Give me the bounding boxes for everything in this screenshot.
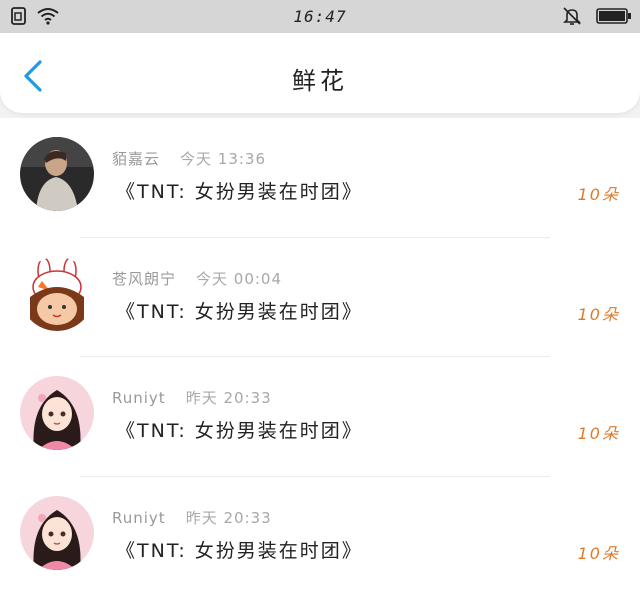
flower-count: 10朵 [577,304,620,324]
avatar-anime-girl [20,376,94,450]
sender-meta: 苍风朗宁 今天 00:04 [112,268,282,289]
list-item[interactable]: Runiyt 昨天 20:33 《TNT: 女扮男装在时团》 10朵 [0,476,640,591]
sender-meta: 貊嘉云 今天 13:36 [112,148,266,169]
book-title: 《TNT: 女扮男装在时团》 [116,181,363,203]
status-time: 16:47 [293,7,347,26]
sender-meta: Runiyt 昨天 20:33 [112,387,272,408]
nav-bar: 鲜花 [0,33,640,113]
list-item[interactable]: 苍风朗宁 今天 00:04 《TNT: 女扮男装在时团》 10朵 [0,237,640,357]
send-time: 今天 13:36 [180,150,267,168]
avatar-anime-girl [20,495,94,570]
sender-name: 苍风朗宁 [112,269,177,288]
send-time: 今天 00:04 [196,269,283,288]
book-title: 《TNT: 女扮男装在时团》 [116,420,363,442]
flower-gift-list: 貊嘉云 今天 13:36 《TNT: 女扮男装在时团》 10朵 苍风朗宁 今天 00… [0,118,640,591]
book-title: 《TNT: 女扮男装在时团》 [116,300,363,323]
flower-count: 10朵 [577,185,620,204]
list-item[interactable]: 貊嘉云 今天 13:36 《TNT: 女扮男装在时团》 10朵 [0,118,640,238]
book-title: 《TNT: 女扮男装在时团》 [116,539,363,562]
page-title: 鲜花 [292,67,348,95]
sender-name: Runiyt [112,389,166,407]
flower-count: 10朵 [577,424,620,443]
send-time: 昨天 20:33 [185,389,272,407]
sender-meta: Runiyt 昨天 20:33 [112,507,272,528]
avatar-photo-boy [20,137,94,211]
avatar-cartoon-bunny [20,256,94,331]
list-item[interactable]: Runiyt 昨天 20:33 《TNT: 女扮男装在时团》 10朵 [0,357,640,477]
send-time: 昨天 20:33 [185,508,272,527]
avatar[interactable] [20,495,94,570]
battery-icon [596,8,631,24]
avatar[interactable] [20,256,94,331]
avatar[interactable] [20,376,94,450]
status-bar: 16:47 [0,0,640,33]
sender-name: 貊嘉云 [112,150,161,168]
bell-muted-icon [563,7,581,25]
avatar[interactable] [20,137,94,211]
sender-name: Runiyt [112,508,166,527]
status-right-icons [562,6,632,26]
flower-count: 10朵 [577,543,620,563]
